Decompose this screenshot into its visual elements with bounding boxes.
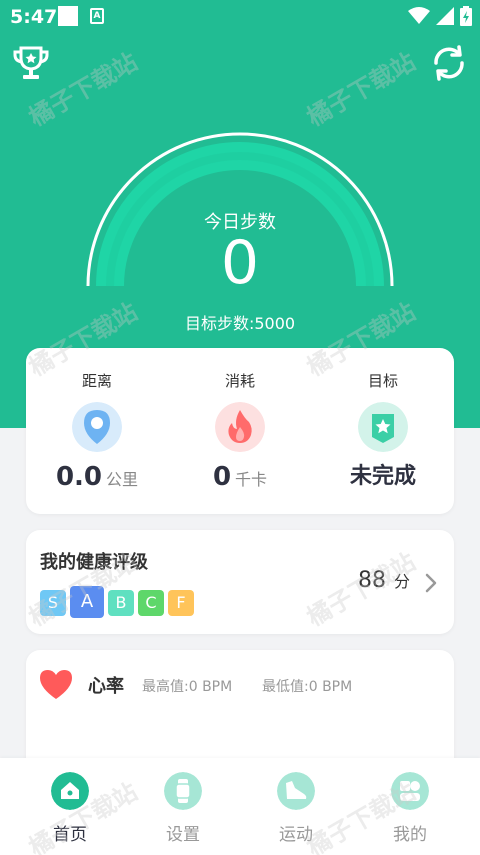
grade-f-badge: F — [168, 590, 194, 616]
grade-b-badge: B — [108, 590, 134, 616]
calories-label: 消耗 — [224, 372, 255, 390]
goal-value: 未完成 — [349, 464, 416, 489]
health-title: 我的健康评级 — [40, 552, 148, 573]
tab-settings[interactable]: 设置 — [133, 772, 233, 852]
calories-unit: 千卡 — [235, 470, 268, 489]
grade-c-badge: C — [138, 590, 164, 616]
tab-home-label: 首页 — [53, 825, 87, 845]
grade-a-badge: A — [70, 586, 104, 618]
shoe-icon — [277, 772, 315, 810]
distance-value-row: 0.0 公里 — [26, 460, 168, 497]
heart-rate-title: 心率 — [88, 676, 124, 697]
wifi-icon — [408, 7, 430, 24]
tab-sports-label: 运动 — [279, 825, 313, 845]
notification-square-icon — [58, 6, 78, 26]
distance-stat[interactable]: 距离 0.0 公里 — [26, 348, 168, 514]
distance-value: 0.0 — [55, 462, 103, 492]
trophy-icon[interactable] — [12, 44, 50, 82]
bottom-tab-bar: 首页 设置 运动 我的 — [0, 758, 480, 855]
tab-home[interactable]: 首页 — [20, 772, 120, 852]
tab-sports[interactable]: 运动 — [246, 772, 346, 852]
heart-icon — [40, 670, 72, 699]
goal-badge-icon — [358, 402, 408, 452]
tab-settings-label: 设置 — [166, 825, 200, 845]
calories-stat[interactable]: 消耗 0 千卡 — [169, 348, 311, 514]
health-score-value: 88 — [357, 568, 386, 593]
steps-value: 0 — [220, 228, 260, 298]
grade-badges: S A B C F — [40, 586, 194, 618]
a-notification-icon: A — [90, 8, 104, 24]
health-rating-card[interactable]: 我的健康评级 S A B C F 88 分 — [26, 530, 454, 634]
distance-unit: 公里 — [106, 470, 139, 489]
status-bar: 5:47 A — [0, 0, 480, 34]
tab-mine-label: 我的 — [393, 825, 427, 845]
health-score: 88 分 — [358, 568, 410, 593]
location-pin-icon — [72, 402, 122, 452]
heart-rate-min: 最低值:0 BPM — [262, 679, 353, 695]
health-score-unit: 分 — [393, 572, 410, 591]
refresh-icon[interactable] — [430, 44, 468, 82]
steps-goal: 目标步数:5000 — [184, 314, 296, 333]
profile-icon — [391, 772, 429, 810]
status-time: 5:47 — [10, 6, 58, 28]
grade-s-badge: S — [40, 590, 66, 616]
system-icons — [408, 5, 472, 27]
signal-icon — [436, 7, 454, 25]
tab-mine[interactable]: 我的 — [360, 772, 460, 852]
battery-icon — [460, 6, 472, 26]
watch-icon — [164, 772, 202, 810]
home-icon — [51, 772, 89, 810]
calories-value: 0 — [212, 462, 232, 492]
flame-icon — [215, 402, 265, 452]
distance-label: 距离 — [81, 372, 112, 390]
stats-card: 距离 0.0 公里 消耗 0 千卡 目标 未完成 — [26, 348, 454, 514]
goal-label: 目标 — [367, 372, 398, 390]
goal-stat[interactable]: 目标 未完成 — [312, 348, 454, 514]
calories-value-row: 0 千卡 — [169, 460, 311, 497]
chevron-right-icon[interactable] — [424, 572, 438, 594]
heart-rate-max: 最高值:0 BPM — [142, 679, 233, 695]
